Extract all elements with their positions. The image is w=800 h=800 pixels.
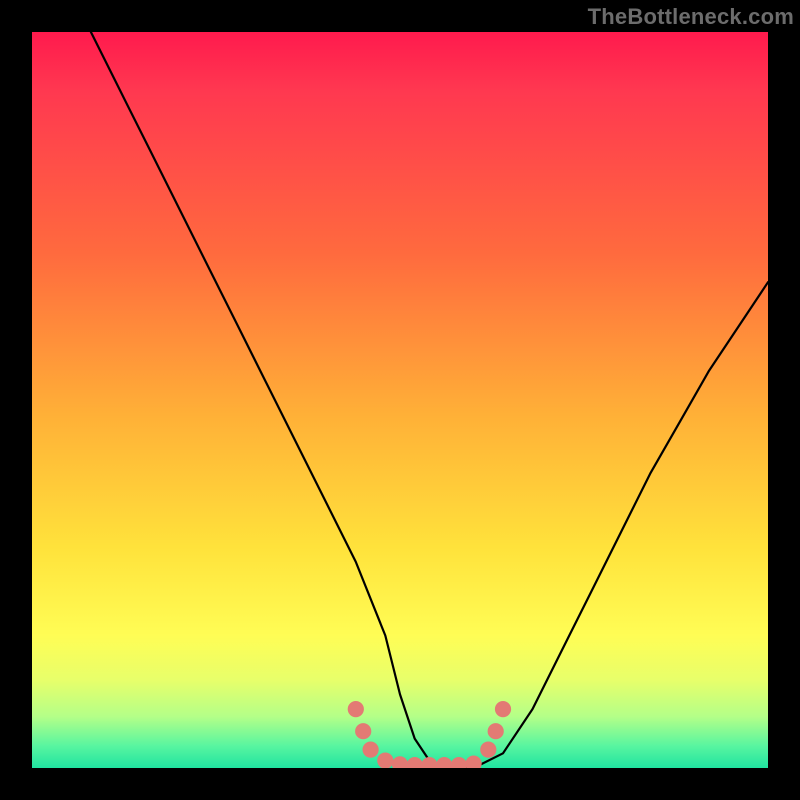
floor-marker-dot [495, 701, 511, 717]
floor-marker-dot [488, 723, 504, 739]
floor-marker-dot [407, 757, 423, 768]
chart-frame: TheBottleneck.com [0, 0, 800, 800]
floor-marker-dot [392, 756, 408, 768]
floor-marker-group [348, 701, 511, 768]
floor-marker-dot [466, 756, 482, 769]
floor-marker-dot [421, 757, 437, 768]
floor-marker-dot [480, 742, 496, 758]
watermark-text: TheBottleneck.com [588, 4, 794, 30]
bottleneck-curve-path [91, 32, 768, 768]
floor-marker-dot [348, 701, 364, 717]
floor-marker-dot [377, 753, 393, 769]
floor-marker-dot [363, 742, 379, 758]
plot-area [32, 32, 768, 768]
floor-marker-dot [451, 757, 467, 768]
curve-svg [32, 32, 768, 768]
floor-marker-dot [355, 723, 371, 739]
floor-marker-dot [436, 757, 452, 768]
